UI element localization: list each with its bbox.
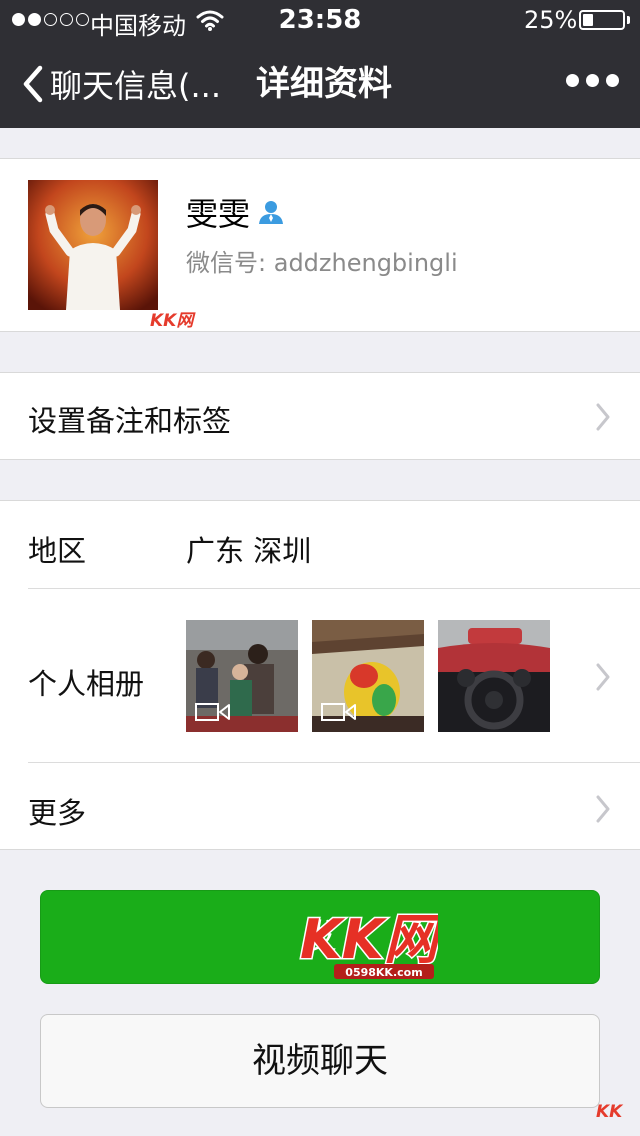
chevron-left-icon <box>23 65 43 103</box>
wechat-id-label: 微信号: <box>186 249 267 277</box>
album-thumbnail[interactable] <box>438 620 550 732</box>
album-thumbnail[interactable] <box>186 620 298 732</box>
watermark-url: 0598KK.com <box>345 966 422 979</box>
page-title: 详细资料 <box>256 64 392 104</box>
remark-and-tags-row[interactable]: 设置备注和标签 <box>0 372 640 460</box>
personal-album-label: 个人相册 <box>28 667 145 701</box>
region-label: 地区 <box>28 534 87 568</box>
info-group: 地区 广东 深圳 个人相册 更多 <box>0 500 640 850</box>
battery-fill <box>583 14 593 26</box>
battery-nub <box>627 16 630 24</box>
region-row: 地区 广东 深圳 <box>0 501 640 588</box>
chevron-right-icon <box>596 403 610 431</box>
chevron-right-icon <box>596 795 610 823</box>
top-bar: 中国移动 23:58 25% 聊天信息(... 详细资料 <box>0 0 640 128</box>
region-value: 广东 深圳 <box>186 534 312 568</box>
profile-name: 雯雯 <box>186 195 251 233</box>
album-thumbnail[interactable] <box>312 620 424 732</box>
battery-icon <box>579 10 625 30</box>
video-chat-button[interactable]: 视频聊天 <box>40 1014 600 1108</box>
video-icon <box>195 703 230 721</box>
back-button-label: 聊天信息(... <box>50 67 222 105</box>
avatar-image <box>28 180 158 310</box>
watermark-logo-text: KK网 <box>300 908 438 971</box>
contact-person-icon <box>259 201 284 224</box>
navigation-bar: 聊天信息(... 详细资料 <box>0 40 640 128</box>
more-label: 更多 <box>28 796 87 830</box>
avatar[interactable] <box>28 180 158 310</box>
more-row[interactable]: 更多 <box>0 763 640 850</box>
watermark-logo-corner: KK <box>596 1102 623 1122</box>
back-button[interactable]: 聊天信息(... <box>18 40 221 128</box>
chevron-right-icon <box>596 663 610 691</box>
more-options-icon[interactable] <box>566 74 619 87</box>
watermark-logo-small: KK网 <box>150 311 194 331</box>
personal-album-row[interactable]: 个人相册 <box>0 589 640 763</box>
profile-card: 雯雯 微信号: addzhengbingli <box>0 158 640 332</box>
wechat-id-value: addzhengbingli <box>273 249 458 277</box>
wechat-id-row: 微信号: addzhengbingli <box>186 243 458 278</box>
battery-percent: 25% <box>524 6 578 34</box>
watermark-logo: KK网 0598KK.com <box>299 907 438 979</box>
profile-name-row: 雯雯 <box>186 189 286 235</box>
remark-and-tags-label: 设置备注和标签 <box>28 404 232 438</box>
video-icon <box>321 703 356 721</box>
album-thumbnail-image <box>438 620 550 732</box>
status-bar: 中国移动 23:58 25% <box>0 0 640 40</box>
